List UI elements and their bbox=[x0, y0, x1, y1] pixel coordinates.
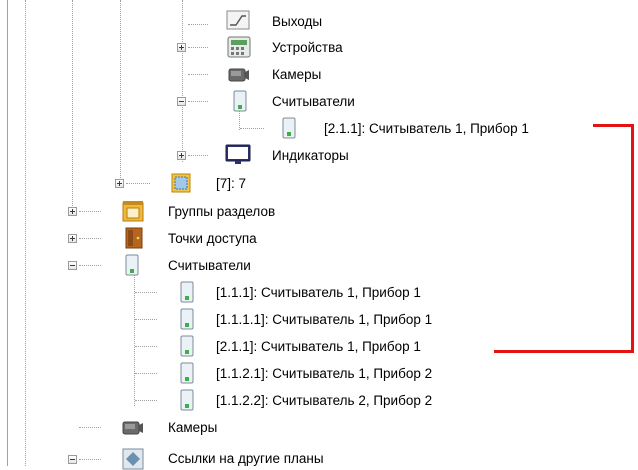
tree-view: Выходы Устройства Камеры Считыватели [2.… bbox=[7, 0, 638, 470]
reader-icon bbox=[282, 117, 296, 139]
zone-icon bbox=[171, 173, 191, 193]
plan-link-icon bbox=[122, 448, 144, 470]
tree-guide-line bbox=[182, 0, 183, 162]
reader-icon bbox=[180, 335, 194, 357]
tree-connector bbox=[188, 101, 208, 102]
tree-connector bbox=[135, 319, 157, 320]
tree-item-plan-links[interactable]: Ссылки на другие планы bbox=[168, 451, 324, 467]
reader-icon bbox=[180, 308, 194, 330]
expand-toggle-devices[interactable] bbox=[177, 43, 186, 52]
tree-item-indicators[interactable]: Индикаторы bbox=[272, 148, 349, 164]
door-icon bbox=[125, 227, 143, 249]
device-icon bbox=[227, 36, 251, 58]
collapse-toggle-readers[interactable] bbox=[68, 261, 77, 270]
tree-connector bbox=[79, 427, 101, 428]
camera-icon bbox=[228, 68, 249, 82]
tree-connector bbox=[126, 183, 150, 184]
collapse-toggle-plan-links[interactable] bbox=[68, 455, 77, 464]
tree-guide-line bbox=[72, 0, 73, 216]
tree-guide-line bbox=[120, 0, 121, 188]
outputs-icon bbox=[226, 10, 250, 30]
partition-groups-icon bbox=[122, 201, 144, 222]
reader-icon bbox=[180, 389, 194, 411]
reader-icon bbox=[233, 90, 247, 112]
expand-toggle-zone7[interactable] bbox=[115, 179, 124, 188]
tree-connector bbox=[135, 346, 157, 347]
tree-item-reader-2-1-1-inner[interactable]: [2.1.1]: Считыватель 1, Прибор 1 bbox=[324, 121, 529, 137]
list-item-reader[interactable]: [1.1.2.1]: Считыватель 1, Прибор 2 bbox=[216, 366, 432, 382]
tree-connector bbox=[135, 292, 157, 293]
tree-connector bbox=[79, 238, 101, 239]
expand-toggle-indicators[interactable] bbox=[177, 151, 186, 160]
highlight-connector-bottom bbox=[494, 350, 634, 353]
tree-item-cameras-inner[interactable]: Камеры bbox=[272, 67, 321, 83]
tree-guide-line bbox=[25, 0, 26, 466]
tree-item-partition-groups[interactable]: Группы разделов bbox=[168, 204, 275, 220]
expand-toggle-access-points[interactable] bbox=[68, 234, 77, 243]
reader-icon bbox=[180, 281, 194, 303]
tree-item-cameras[interactable]: Камеры bbox=[168, 420, 217, 436]
monitor-icon bbox=[225, 144, 251, 164]
list-item-reader[interactable]: [2.1.1]: Считыватель 1, Прибор 1 bbox=[216, 339, 421, 355]
tree-item-zone7[interactable]: [7]: 7 bbox=[216, 176, 246, 192]
tree-item-outputs[interactable]: Выходы bbox=[272, 14, 322, 30]
list-item-reader[interactable]: [1.1.1]: Считыватель 1, Прибор 1 bbox=[216, 285, 421, 301]
tree-connector bbox=[188, 155, 208, 156]
tree-item-readers[interactable]: Считыватели bbox=[168, 258, 251, 274]
tree-connector bbox=[135, 400, 157, 401]
reader-icon bbox=[180, 362, 194, 384]
expand-toggle-partition-groups[interactable] bbox=[68, 207, 77, 216]
tree-connector bbox=[188, 74, 208, 75]
tree-item-readers-inner[interactable]: Считыватели bbox=[272, 94, 355, 110]
list-item-reader[interactable]: [1.1.2.2]: Считыватель 2, Прибор 2 bbox=[216, 393, 432, 409]
tree-item-access-points[interactable]: Точки доступа bbox=[168, 231, 257, 247]
collapse-toggle-readers-inner[interactable] bbox=[177, 97, 186, 106]
tree-item-devices[interactable]: Устройства bbox=[272, 40, 343, 56]
camera-icon bbox=[122, 421, 143, 435]
tree-connector bbox=[188, 24, 208, 25]
tree-connector bbox=[79, 211, 101, 212]
highlight-connector-top bbox=[593, 124, 634, 127]
tree-connector bbox=[79, 265, 101, 266]
tree-connector bbox=[240, 128, 264, 129]
tree-connector bbox=[188, 47, 208, 48]
tree-connector bbox=[79, 459, 101, 460]
highlight-connector-vertical bbox=[631, 124, 634, 353]
reader-icon bbox=[125, 254, 139, 276]
tree-connector bbox=[135, 373, 157, 374]
list-item-reader[interactable]: [1.1.1.1]: Считыватель 1, Прибор 1 bbox=[216, 312, 432, 328]
